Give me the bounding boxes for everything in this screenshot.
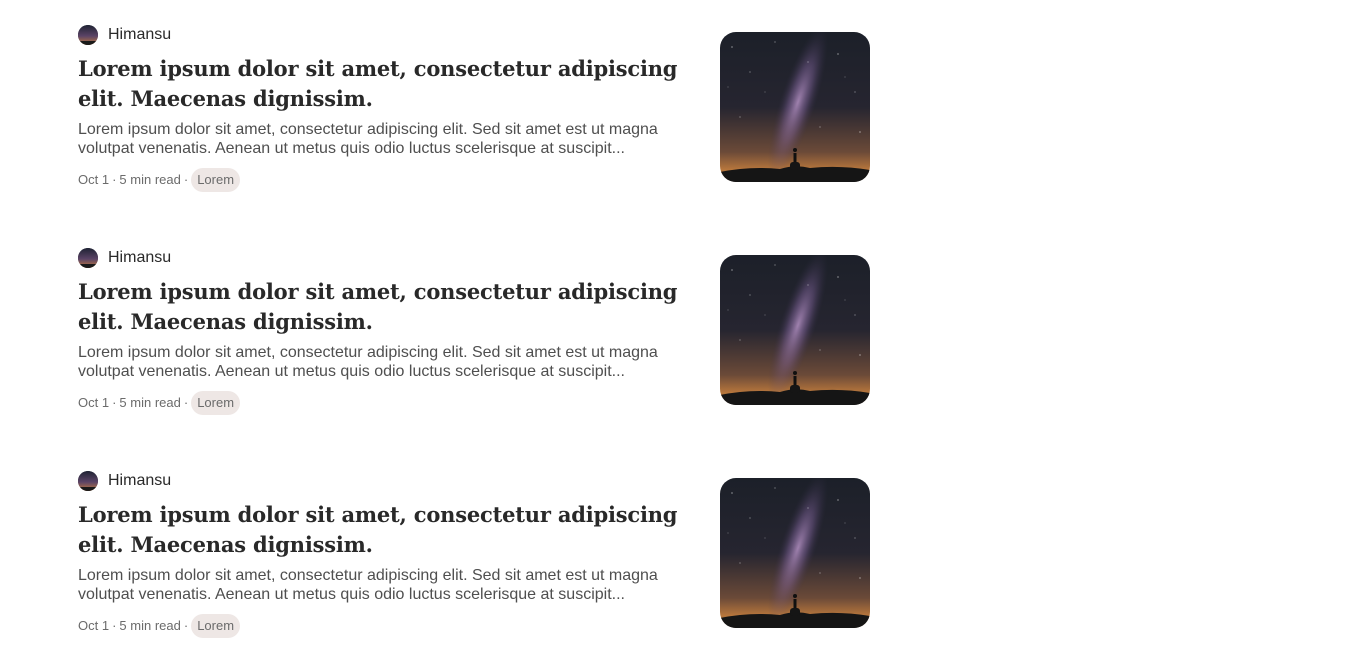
author-row[interactable]: Himansu bbox=[78, 247, 171, 269]
post-title[interactable]: Lorem ipsum dolor sit amet, consectetur … bbox=[78, 54, 708, 114]
post-date: Oct 1 bbox=[78, 395, 110, 410]
topic-tag[interactable]: Lorem bbox=[191, 167, 241, 192]
author-row[interactable]: Himansu bbox=[78, 470, 171, 492]
post-meta: Oct 1 · 5 min read · Lorem bbox=[78, 390, 241, 415]
post-thumbnail[interactable] bbox=[720, 32, 870, 182]
topic-tag[interactable]: Lorem bbox=[191, 613, 241, 638]
avatar[interactable] bbox=[78, 471, 98, 491]
post-title[interactable]: Lorem ipsum dolor sit amet, consectetur … bbox=[78, 500, 708, 560]
post-meta: Oct 1 · 5 min read · Lorem bbox=[78, 167, 241, 192]
post-card[interactable]: Himansu Lorem ipsum dolor sit amet, cons… bbox=[78, 223, 870, 415]
post-excerpt[interactable]: Lorem ipsum dolor sit amet, consectetur … bbox=[78, 120, 708, 158]
topic-tag[interactable]: Lorem bbox=[191, 390, 241, 415]
post-date: Oct 1 bbox=[78, 618, 110, 633]
meta-separator: · bbox=[183, 172, 189, 187]
read-time: 5 min read bbox=[119, 395, 181, 410]
milky-way-night-sky-image bbox=[720, 255, 870, 405]
post-date: Oct 1 bbox=[78, 172, 110, 187]
meta-separator: · bbox=[112, 395, 117, 410]
meta-separator: · bbox=[183, 618, 189, 633]
avatar[interactable] bbox=[78, 248, 98, 268]
author-name[interactable]: Himansu bbox=[108, 26, 171, 44]
author-name[interactable]: Himansu bbox=[108, 249, 171, 267]
read-time: 5 min read bbox=[119, 172, 181, 187]
author-name[interactable]: Himansu bbox=[108, 472, 171, 490]
post-excerpt[interactable]: Lorem ipsum dolor sit amet, consectetur … bbox=[78, 343, 708, 381]
post-card[interactable]: Himansu Lorem ipsum dolor sit amet, cons… bbox=[78, 446, 870, 638]
read-time: 5 min read bbox=[119, 618, 181, 633]
milky-way-night-sky-image bbox=[720, 32, 870, 182]
author-row[interactable]: Himansu bbox=[78, 24, 171, 46]
post-meta: Oct 1 · 5 min read · Lorem bbox=[78, 613, 241, 638]
post-card[interactable]: Himansu Lorem ipsum dolor sit amet, cons… bbox=[78, 0, 870, 192]
avatar[interactable] bbox=[78, 25, 98, 45]
meta-separator: · bbox=[183, 395, 189, 410]
meta-separator: · bbox=[112, 618, 117, 633]
post-thumbnail[interactable] bbox=[720, 478, 870, 628]
post-title[interactable]: Lorem ipsum dolor sit amet, consectetur … bbox=[78, 277, 708, 337]
milky-way-night-sky-image bbox=[720, 478, 870, 628]
post-thumbnail[interactable] bbox=[720, 255, 870, 405]
post-excerpt[interactable]: Lorem ipsum dolor sit amet, consectetur … bbox=[78, 566, 708, 604]
meta-separator: · bbox=[112, 172, 117, 187]
